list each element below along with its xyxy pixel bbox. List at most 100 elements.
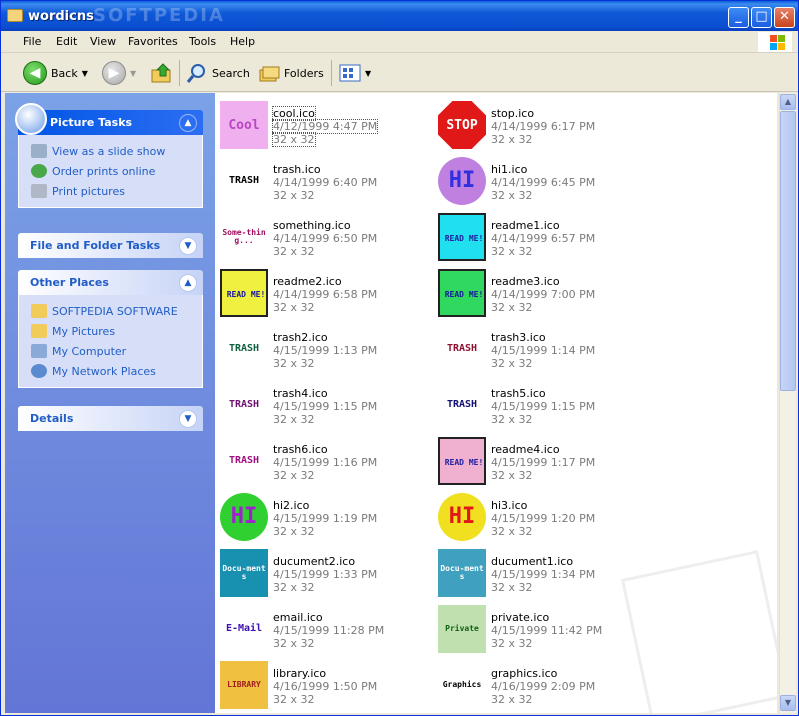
back-button[interactable]: ◀ Back ▼ [23, 60, 88, 86]
file-name: hi1.ico [491, 163, 528, 176]
file-name: graphics.ico [491, 667, 558, 680]
file-dimensions: 32 x 32 [491, 189, 533, 202]
file-item[interactable]: READ ME! readme1.ico 4/14/1999 6:57 PM 32 x… [434, 209, 634, 265]
chevron-up-icon[interactable]: ▲ [179, 274, 197, 292]
file-item[interactable]: TRASH trash.ico 4/14/1999 6:40 PM 32 x 32 [216, 153, 416, 209]
file-dimensions: 32 x 32 [273, 637, 315, 650]
chevron-up-icon[interactable]: ▲ [179, 114, 197, 132]
vertical-scrollbar[interactable]: ▲ ▼ [779, 93, 796, 713]
search-icon [186, 64, 205, 83]
scroll-thumb[interactable] [780, 111, 796, 391]
file-item[interactable]: Some-thing... something.ico 4/14/1999 6:50… [216, 209, 416, 265]
minimize-button[interactable]: _ [728, 7, 749, 28]
file-date: 4/15/1999 1:16 PM [273, 456, 378, 469]
file-item[interactable]: HI hi3.ico 4/15/1999 1:20 PM 32 x 32 [434, 489, 634, 545]
place-softpedia[interactable]: SOFTPEDIA SOFTWARE [31, 301, 202, 321]
close-button[interactable]: ✕ [774, 7, 795, 28]
file-item[interactable]: Docu-ments ducument2.ico 4/15/1999 1:33 PM… [216, 545, 416, 601]
file-item[interactable]: TRASH trash2.ico 4/15/1999 1:13 PM 32 x 32 [216, 321, 416, 377]
file-name: private.ico [491, 611, 550, 624]
readme-icon: READ ME! [438, 437, 486, 485]
icon-label: Docu-ments [222, 564, 266, 581]
other-places-body: SOFTPEDIA SOFTWARE My Pictures My Comput… [18, 295, 203, 388]
watermark: SOFTPEDIA [93, 5, 225, 26]
menu-edit[interactable]: Edit [56, 35, 77, 48]
file-item[interactable]: TRASH trash4.ico 4/15/1999 1:15 PM 32 x 32 [216, 377, 416, 433]
file-item[interactable]: READ ME! readme4.ico 4/15/1999 1:17 PM 32 x… [434, 433, 634, 489]
file-name: readme1.ico [491, 219, 560, 232]
place-my-pictures[interactable]: My Pictures [31, 321, 202, 341]
icon-label: E-Mail [225, 623, 263, 634]
link-label: Print pictures [52, 184, 125, 198]
readme-icon: READ ME! [438, 269, 486, 317]
other-places-header[interactable]: Other Places ▲ [18, 270, 203, 295]
folders-label: Folders [284, 66, 324, 80]
details-header[interactable]: Details ▼ [18, 406, 203, 431]
file-dimensions: 32 x 32 [491, 245, 533, 258]
file-dimensions: 32 x 32 [273, 693, 315, 706]
icon-label: HI [448, 168, 476, 193]
file-item[interactable]: READ ME! readme2.ico 4/14/1999 6:58 PM 32 x… [216, 265, 416, 321]
file-item[interactable]: Cool cool.ico 4/12/1999 4:47 PM 32 x 32 [216, 97, 416, 153]
file-date: 4/14/1999 6:58 PM [273, 288, 378, 301]
scroll-down-button[interactable]: ▼ [780, 695, 796, 711]
file-dimensions: 32 x 32 [273, 357, 315, 370]
chevron-down-icon[interactable]: ▼ [179, 237, 197, 255]
forward-button[interactable]: ▶ ▼ [102, 60, 136, 86]
icon-label: Some-thing... [222, 228, 266, 245]
file-item[interactable]: TRASH trash5.ico 4/15/1999 1:15 PM 32 x 32 [434, 377, 634, 433]
icon-label: TRASH [228, 343, 260, 354]
file-dimensions: 32 x 32 [273, 413, 315, 426]
views-icon [339, 64, 361, 82]
icon-label: Docu-ments [440, 564, 484, 581]
file-item[interactable]: TRASH trash6.ico 4/15/1999 1:16 PM 32 x 32 [216, 433, 416, 489]
folders-button[interactable]: Folders [258, 60, 324, 86]
menu-help[interactable]: Help [230, 35, 255, 48]
chevron-down-icon[interactable]: ▼ [130, 69, 136, 78]
print-pictures-link[interactable]: Print pictures [31, 181, 202, 201]
file-dimensions: 32 x 32 [491, 693, 533, 706]
maximize-button[interactable]: □ [751, 7, 772, 28]
file-name: email.ico [273, 611, 323, 624]
file-item[interactable]: Private private.ico 4/15/1999 11:42 PM 32 x… [434, 601, 634, 657]
chevron-down-icon[interactable]: ▼ [179, 410, 197, 428]
file-item[interactable]: LIBRARY library.ico 4/16/1999 1:50 PM 32 x … [216, 657, 416, 713]
title-bar[interactable]: wordicns SOFTPEDIA _ □ ✕ [1, 1, 798, 31]
file-dimensions: 32 x 32 [273, 301, 315, 314]
file-item[interactable]: TRASH trash3.ico 4/15/1999 1:14 PM 32 x 32 [434, 321, 634, 377]
file-item[interactable]: Graphics graphics.ico 4/16/1999 2:09 PM 32 … [434, 657, 634, 713]
file-date: 4/15/1999 1:15 PM [491, 400, 596, 413]
place-my-network[interactable]: My Network Places [31, 361, 202, 381]
file-dimensions: 32 x 32 [491, 637, 533, 650]
menu-favorites[interactable]: Favorites [128, 35, 178, 48]
network-icon [31, 364, 47, 378]
scroll-up-button[interactable]: ▲ [780, 94, 796, 110]
file-item[interactable]: STOP stop.ico 4/14/1999 6:17 PM 32 x 32 [434, 97, 634, 153]
icon-label: TRASH [446, 343, 478, 354]
chevron-down-icon[interactable]: ▼ [82, 69, 88, 78]
file-date: 4/12/1999 4:47 PM [271, 119, 379, 134]
file-item[interactable]: HI hi2.ico 4/15/1999 1:19 PM 32 x 32 [216, 489, 416, 545]
file-folder-tasks-header[interactable]: File and Folder Tasks ▼ [18, 233, 203, 258]
views-button[interactable]: ▼ [339, 60, 371, 86]
file-date: 4/15/1999 1:13 PM [273, 344, 378, 357]
file-name: trash.ico [273, 163, 321, 176]
file-name: trash5.ico [491, 387, 546, 400]
file-item[interactable]: HI hi1.ico 4/14/1999 6:45 PM 32 x 32 [434, 153, 634, 209]
up-folder-button[interactable] [151, 60, 173, 86]
menu-view[interactable]: View [90, 35, 116, 48]
order-prints-link[interactable]: Order prints online [31, 161, 202, 181]
file-item[interactable]: Docu-ments ducument1.ico 4/15/1999 1:34 PM… [434, 545, 634, 601]
place-my-computer[interactable]: My Computer [31, 341, 202, 361]
menu-file[interactable]: File [23, 35, 41, 48]
link-label: SOFTPEDIA SOFTWARE [52, 304, 178, 318]
file-name: ducument1.ico [491, 555, 574, 568]
trash-icon: TRASH [438, 325, 486, 373]
menu-tools[interactable]: Tools [189, 35, 216, 48]
view-slideshow-link[interactable]: View as a slide show [31, 141, 202, 161]
file-item[interactable]: READ ME! readme3.ico 4/14/1999 7:00 PM 32 x… [434, 265, 634, 321]
trash-icon: TRASH [220, 437, 268, 485]
file-item[interactable]: E-Mail email.ico 4/15/1999 11:28 PM 32 x 32 [216, 601, 416, 657]
chevron-down-icon[interactable]: ▼ [365, 69, 371, 78]
search-button[interactable]: Search [186, 60, 250, 86]
